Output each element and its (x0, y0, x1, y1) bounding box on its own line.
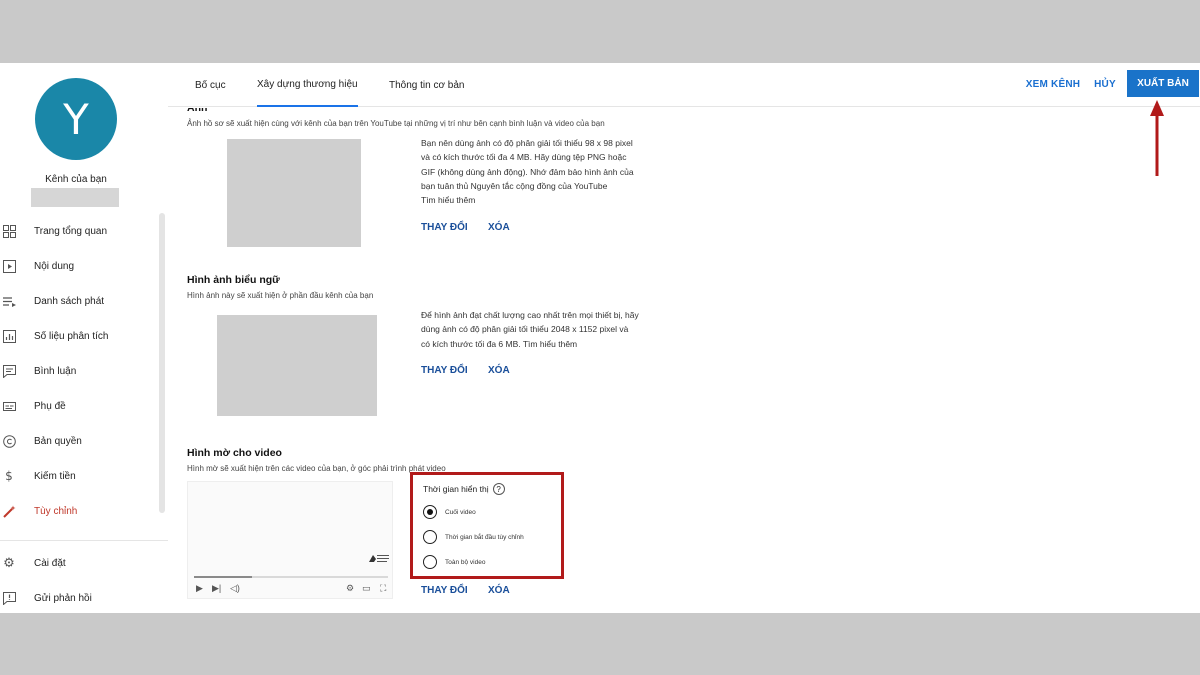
annotation-arrow-icon (1150, 100, 1164, 176)
subtitles-icon (2, 399, 16, 413)
watermark-preview-icon (368, 552, 390, 566)
photo-change-button[interactable]: THAY ĐỔI (421, 222, 468, 233)
sidebar-item-playlists[interactable]: Danh sách phát (0, 288, 160, 314)
sidebar-item-label: Danh sách phát (34, 295, 105, 307)
sidebar-item-label: Trang tổng quan (34, 225, 108, 237)
sidebar-item-settings[interactable]: ⚙ Cài đặt (0, 550, 160, 576)
photo-info-line: GIF (không dùng ảnh động). Nhớ đảm bảo h… (421, 166, 634, 177)
watermark-section-title: Hình mờ cho video (187, 447, 282, 459)
branding-content: Ảnh Ảnh hồ sơ sẽ xuất hiện cùng với kênh… (168, 108, 1200, 613)
banner-info-line: Để hình ảnh đạt chất lượng cao nhất trên… (421, 310, 639, 320)
watermark-section-description: Hình mờ sẽ xuất hiện trên các video của … (187, 464, 446, 473)
photo-info-line: và có kích thước tối đa 4 MB. Hãy dùng t… (421, 152, 627, 163)
cancel-button[interactable]: HỦY (1090, 71, 1120, 97)
sidebar-item-label: Phụ đề (34, 400, 66, 412)
channel-label: Kênh của bạn (45, 174, 107, 185)
dashboard-icon (2, 224, 16, 238)
sidebar-item-copyright[interactable]: Bản quyền (0, 428, 160, 454)
tab-branding[interactable]: Xây dựng thương hiệu (257, 63, 358, 107)
channel-avatar[interactable]: Y (35, 78, 117, 160)
copyright-icon (2, 434, 16, 448)
gear-icon: ⚙ (3, 555, 15, 571)
studio-customization-page: Y Kênh của bạn Trang tổng quan Nội dung … (0, 63, 1200, 613)
play-icon[interactable]: ▶ (196, 583, 203, 594)
option-entire-video[interactable]: Toàn bộ video (423, 555, 485, 569)
dollar-icon: $ (5, 469, 13, 483)
fullscreen-icon[interactable]: ⛶ (380, 583, 386, 594)
magic-wand-icon (2, 504, 16, 518)
bottom-letterbox (0, 613, 1200, 675)
option-label: Cuối video (445, 508, 476, 516)
learn-more-link[interactable]: Tìm hiểu thêm (421, 193, 634, 207)
sidebar-divider (0, 540, 168, 541)
analytics-icon (2, 329, 16, 343)
sidebar-item-analytics[interactable]: Số liệu phân tích (0, 323, 160, 349)
photo-section-description: Ảnh hồ sơ sẽ xuất hiện cùng với kênh của… (187, 119, 605, 128)
sidebar-item-label: Cài đặt (34, 557, 66, 569)
comments-icon (2, 364, 16, 378)
banner-remove-button[interactable]: XÓA (488, 365, 510, 376)
video-player-preview: ▶ ▶| ◁) ⚙ ▭ ⛶ (187, 481, 393, 599)
display-time-panel: Thời gian hiển thị ? Cuối video Thời gia… (410, 472, 564, 579)
radio-checked[interactable] (423, 505, 437, 519)
sidebar-item-label: Gửi phản hồi (34, 592, 92, 604)
sidebar-item-label: Số liệu phân tích (34, 330, 109, 342)
sidebar-item-comments[interactable]: Bình luận (0, 358, 160, 384)
tab-layout[interactable]: Bố cục (195, 63, 226, 107)
banner-image-placeholder (217, 315, 377, 416)
banner-info-text: Để hình ảnh đạt chất lượng cao nhất trên… (421, 308, 639, 351)
top-letterbox (0, 0, 1200, 63)
option-label: Toàn bộ video (445, 558, 486, 566)
sidebar-scrollbar[interactable] (159, 213, 165, 513)
photo-info-line: bạn tuân thủ Nguyên tắc cộng đồng của Yo… (421, 180, 608, 191)
banner-section-description: Hình ảnh này sẽ xuất hiện ở phần đầu kên… (187, 291, 374, 300)
video-progress-fill (194, 576, 252, 578)
sidebar: Y Kênh của bạn Trang tổng quan Nội dung … (0, 63, 168, 613)
sidebar-item-monetization[interactable]: $ Kiếm tiền (0, 463, 160, 489)
playlist-icon (2, 294, 16, 308)
photo-remove-button[interactable]: XÓA (488, 222, 510, 233)
watermark-change-button[interactable]: THAY ĐỔI (421, 585, 468, 596)
publish-button[interactable]: XUẤT BẢN (1127, 70, 1199, 97)
settings-icon[interactable]: ⚙ (346, 583, 354, 594)
sidebar-item-content[interactable]: Nội dung (0, 253, 160, 279)
banner-info-line: có kích thước tối đa 6 MB. Tìm hiểu thêm (421, 338, 578, 349)
channel-name-redacted (31, 188, 119, 207)
view-channel-button[interactable]: XEM KÊNH (1022, 71, 1084, 97)
volume-icon[interactable]: ◁) (230, 583, 240, 594)
next-icon[interactable]: ▶| (212, 583, 221, 594)
display-time-title: Thời gian hiển thị ? (423, 483, 505, 495)
theater-mode-icon[interactable]: ▭ (362, 583, 371, 594)
option-end-of-video[interactable]: Cuối video (423, 505, 476, 519)
radio-unchecked[interactable] (423, 530, 437, 544)
banner-info-line: dùng ảnh có độ phân giải tối thiểu 2048 … (421, 324, 629, 335)
tab-basic-info[interactable]: Thông tin cơ bản (389, 63, 465, 107)
option-custom-start-time[interactable]: Thời gian bắt đầu tùy chỉnh (423, 530, 524, 544)
radio-unchecked[interactable] (423, 555, 437, 569)
sidebar-item-label: Bản quyền (34, 435, 82, 447)
sidebar-item-label: Bình luận (34, 365, 77, 377)
watermark-remove-button[interactable]: XÓA (488, 585, 510, 596)
sidebar-item-feedback[interactable]: Gửi phản hồi (0, 585, 160, 611)
photo-info-line: Bạn nên dùng ảnh có độ phân giải tối thi… (421, 138, 633, 148)
display-time-label: Thời gian hiển thị (423, 484, 489, 494)
content-icon (2, 259, 16, 273)
sidebar-item-dashboard[interactable]: Trang tổng quan (0, 218, 160, 244)
profile-photo-placeholder (227, 139, 361, 247)
sidebar-item-customization[interactable]: Tùy chỉnh (0, 498, 160, 524)
sidebar-item-subtitles[interactable]: Phụ đề (0, 393, 160, 419)
help-icon[interactable]: ? (492, 483, 505, 495)
banner-change-button[interactable]: THAY ĐỔI (421, 365, 468, 376)
feedback-icon (2, 591, 16, 605)
sidebar-item-label: Nội dung (34, 260, 75, 272)
photo-info-text: Bạn nên dùng ảnh có độ phân giải tối thi… (421, 136, 634, 207)
banner-section-title: Hình ảnh biểu ngữ (187, 274, 280, 286)
sidebar-item-label: Kiếm tiền (34, 470, 76, 482)
sidebar-item-label: Tùy chỉnh (34, 505, 78, 517)
option-label: Thời gian bắt đầu tùy chỉnh (445, 533, 524, 541)
